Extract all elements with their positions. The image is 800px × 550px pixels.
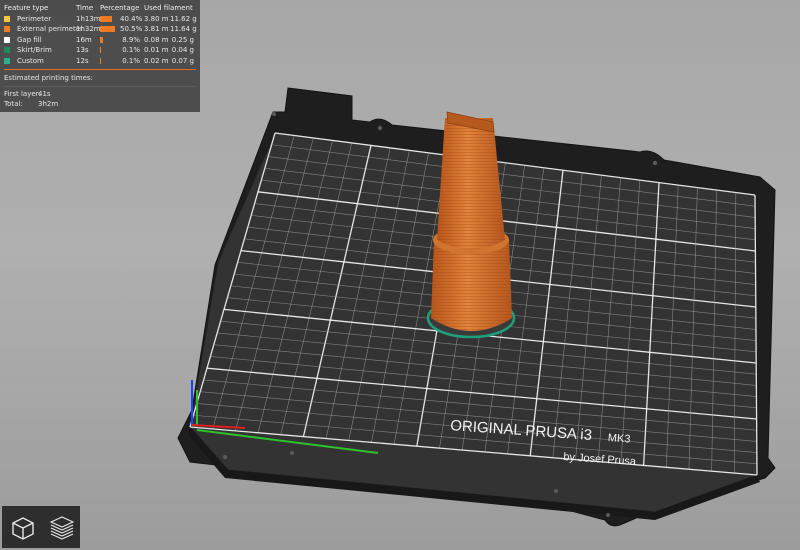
length-value: 0.08 m: [144, 35, 169, 44]
custom-swatch: [4, 57, 10, 64]
weight-value: 0.25 g: [171, 35, 194, 44]
total-label: Total:: [4, 100, 23, 109]
weight-value: 11.62 g: [170, 14, 197, 23]
legend-row-external-perimeter: External perimeter 1h32m 50.5% 3.81 m 11…: [4, 24, 197, 35]
legend-separator: [4, 85, 196, 87]
time-value: 13s: [76, 46, 89, 55]
layers-icon: [49, 516, 74, 540]
header-percentage: Percentage: [100, 4, 140, 13]
weight-value: 0.04 g: [171, 46, 194, 55]
gap-fill-swatch: [4, 36, 10, 43]
length-value: 3.80 m: [144, 14, 169, 23]
first-layer-row: First layer: 41s: [4, 89, 196, 100]
feature-label: Custom: [17, 56, 44, 65]
legend-separator: [4, 69, 196, 70]
time-value: 12s: [76, 56, 89, 65]
legend-row-gap-fill: Gap fill 16m 8.9% 0.08 m 0.25 g: [4, 35, 196, 46]
legend-row-skirt-brim: Skirt/Brim 13s 0.1% 0.01 m 0.04 g: [4, 45, 196, 56]
weight-value: 0.07 g: [171, 56, 194, 65]
percentage-bar: [100, 57, 101, 64]
feature-label: Perimeter: [17, 14, 52, 23]
time-value: 16m: [76, 35, 92, 44]
percentage-value: 50.5%: [120, 25, 143, 34]
length-value: 0.02 m: [144, 56, 169, 65]
feature-label: Gap fill: [17, 35, 42, 44]
time-value: 1h13m: [76, 14, 101, 23]
legend-row-custom: Custom 12s 0.1% 0.02 m 0.07 g: [4, 56, 196, 67]
percentage-value: 8.9%: [122, 35, 140, 44]
length-value: 3.81 m: [144, 25, 169, 34]
view-toolbar: [2, 506, 80, 548]
layers-view-button[interactable]: [44, 509, 79, 545]
length-value: 0.01 m: [144, 46, 169, 55]
percentage-bar: [100, 47, 101, 54]
first-layer-label: First layer:: [4, 89, 41, 98]
percentage-bar: [100, 36, 103, 43]
estimated-times-title: Estimated printing times:: [4, 74, 93, 83]
header-used-filament: Used filament: [144, 4, 193, 13]
header-time: Time: [76, 4, 94, 13]
percentage-value: 0.1%: [122, 56, 140, 65]
skirt-brim-swatch: [4, 47, 10, 54]
cube-icon: [11, 517, 34, 540]
feature-label: External perimeter: [17, 25, 83, 34]
time-value: 1h32m: [76, 25, 101, 34]
total-value: 3h2m: [38, 100, 59, 109]
percentage-bar: [100, 15, 112, 22]
brand-model: MK3: [607, 432, 630, 446]
first-layer-value: 41s: [38, 89, 51, 98]
feature-label: Skirt/Brim: [17, 46, 52, 55]
perimeter-swatch: [4, 15, 10, 22]
total-row: Total: 3h2m: [4, 99, 196, 110]
percentage-value: 0.1%: [122, 46, 140, 55]
percentage-value: 40.4%: [120, 14, 143, 23]
weight-value: 11.64 g: [170, 25, 197, 34]
legend-row-perimeter: Perimeter 1h13m 40.4% 3.80 m 11.62 g: [4, 14, 197, 25]
header-feature-type: Feature type: [4, 4, 49, 13]
iso-view-button[interactable]: [5, 509, 40, 545]
legend-panel: Feature type Time Percentage Used filame…: [0, 0, 200, 112]
external-perimeter-swatch: [4, 26, 10, 33]
percentage-bar: [100, 26, 115, 33]
legend-header: Feature type Time Percentage Used filame…: [4, 3, 196, 14]
